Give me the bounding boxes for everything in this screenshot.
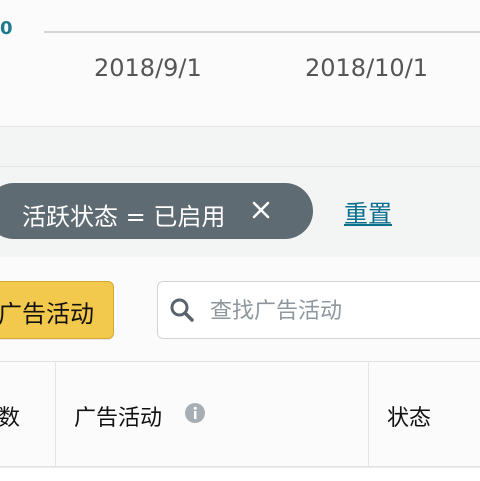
chart-line [44, 31, 480, 33]
chart-area: 0 2018/9/1 2018/10/1 [0, 0, 480, 127]
filter-area: 活跃状态 = 已启用 [0, 166, 480, 258]
create-campaign-button[interactable]: 广告活动 [0, 281, 114, 339]
table-row [0, 467, 480, 481]
chart-x-tick-2: 2018/10/1 [305, 54, 429, 82]
reset-filters-link[interactable]: 重置 [344, 194, 392, 229]
table-header-label: 状态 [387, 406, 432, 431]
table-header-label: 数 [0, 406, 21, 431]
toolbar: 广告活动 [0, 257, 480, 362]
chart-x-tick-1: 2018/9/1 [94, 54, 202, 82]
campaign-table-header: 数 广告活动 状态 [0, 362, 480, 467]
active-filter-label: 活跃状态 = 已启用 [22, 203, 226, 231]
campaign-search-box[interactable] [157, 281, 480, 339]
close-icon[interactable] [250, 199, 272, 221]
table-header-label: 广告活动 [74, 406, 163, 431]
table-header-cell[interactable]: 状态 [369, 362, 480, 466]
table-header-cell[interactable]: 数 [0, 362, 56, 466]
table-header-cell[interactable]: 广告活动 [56, 362, 369, 466]
create-campaign-button-label: 广告活动 [0, 301, 94, 328]
info-icon[interactable] [184, 402, 206, 424]
active-filter-chip[interactable]: 活跃状态 = 已启用 [0, 183, 313, 239]
chart-y-tick-label: 0 [0, 18, 13, 39]
campaign-search-input[interactable] [208, 292, 480, 330]
search-icon [168, 296, 196, 324]
